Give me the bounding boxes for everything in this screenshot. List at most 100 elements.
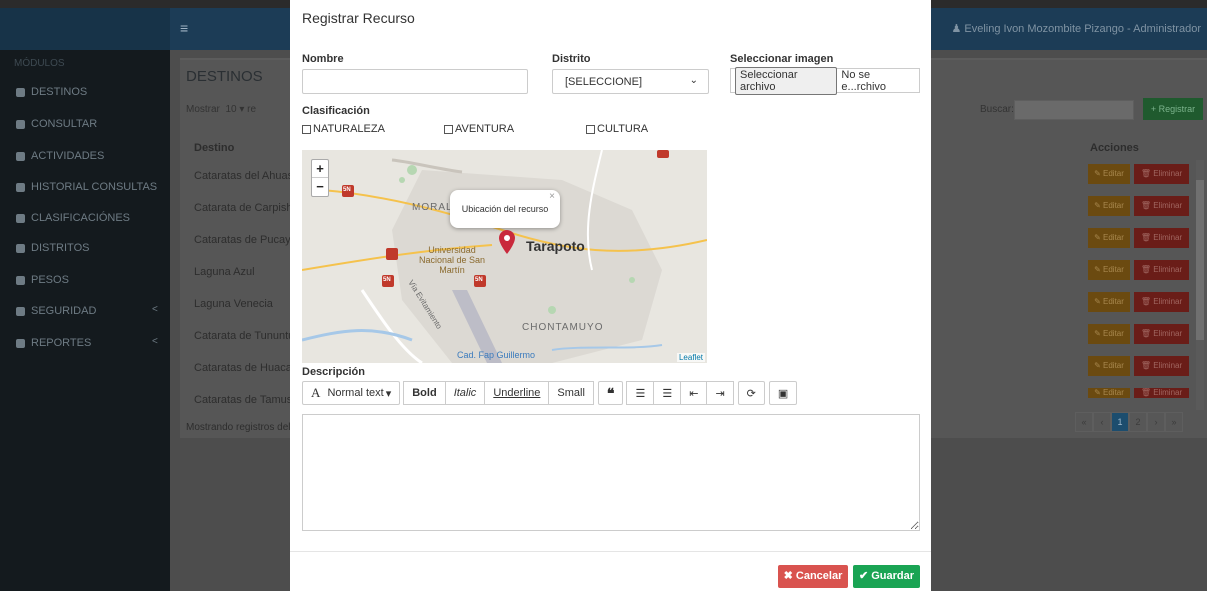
sidebar-item-actividades[interactable]: ACTIVIDADES [16,146,104,166]
delete-button[interactable]: 🗑 Eliminar [1134,292,1189,312]
bold-button[interactable]: Bold [403,381,446,405]
text-style-dropdown[interactable]: A Normal text ▾ [302,381,401,405]
column-header-destino: Destino [194,142,235,154]
user-menu[interactable]: ♟ Eveling Ivon Mozombite Pizango - Admin… [951,22,1201,35]
scrollbar-thumb[interactable] [1196,180,1204,340]
page-size-value[interactable]: 10 [225,104,236,115]
map-attribution[interactable]: Leaflet [676,353,705,362]
location-map[interactable]: + − MORALES CHONTAMUYO Universidad Nacio… [302,150,707,363]
sidebar-item-label: REPORTES [31,337,92,349]
history-icon [16,182,25,192]
edit-button[interactable]: ✎ Editar [1088,164,1130,184]
page-1[interactable]: 1 [1111,412,1129,432]
edit-button[interactable]: ✎ Editar [1088,292,1130,312]
descripcion-editor[interactable] [302,414,920,531]
file-icon [16,213,25,223]
delete-button[interactable]: 🗑 Eliminar [1134,388,1189,398]
table-row: Cataratas de Tamusha [194,394,305,406]
sidebar-item-distritos[interactable]: DISTRITOS [16,238,89,258]
save-button[interactable]: ✔ Guardar [853,565,920,588]
registrar-button[interactable]: + Registrar [1143,98,1203,120]
outdent-icon[interactable]: ⇤ [680,381,708,405]
file-input[interactable]: Seleccionar archivo No se e...rchivo [730,66,920,95]
small-button[interactable]: Small [548,381,594,405]
checkbox-box[interactable] [586,124,595,134]
balance-icon [16,275,25,285]
checkbox-label: CULTURA [597,123,649,135]
cancel-button[interactable]: ✖ Cancelar [778,565,848,588]
table-scrollbar[interactable] [1196,160,1204,410]
checkbox-box[interactable] [444,124,453,134]
indent-icon[interactable]: ⇥ [706,381,734,405]
road-shield-2: 5N [383,277,391,283]
map-marker-icon[interactable] [499,230,515,257]
panel-title: DESTINOS [186,68,263,85]
sidebar-item-label: DESTINOS [31,86,88,98]
underline-button[interactable]: Underline [484,381,550,405]
delete-button[interactable]: 🗑 Eliminar [1134,356,1189,376]
table-row: Laguna Venecia [194,298,273,310]
map-label-university: Universidad Nacional de San Martín [418,245,486,275]
checkbox-label: NATURALEZA [313,123,385,135]
edit-button[interactable]: ✎ Editar [1088,388,1130,398]
checkbox-cultura[interactable]: CULTURA [586,123,648,135]
edit-button[interactable]: ✎ Editar [1088,228,1130,248]
page-first[interactable]: « [1075,412,1093,432]
page-next[interactable]: › [1147,412,1165,432]
sidebar-item-clasificaciones[interactable]: CLASIFICACIÓNES [16,208,130,228]
page-size-control[interactable]: Mostrar 10 ▾ re [186,104,256,115]
distrito-selected-value: [SELECCIONE] [565,76,643,88]
edit-button[interactable]: ✎ Editar [1088,356,1130,376]
delete-button[interactable]: 🗑 Eliminar [1134,324,1189,344]
page-prev[interactable]: ‹ [1093,412,1111,432]
checkbox-naturaleza[interactable]: NATURALEZA [302,123,385,135]
file-status: No se e...rchivo [841,68,887,93]
page-2[interactable]: 2 [1129,412,1147,432]
delete-button[interactable]: 🗑 Eliminar [1134,164,1189,184]
sidebar-item-consultar[interactable]: CONSULTAR [16,114,97,134]
sidebar-item-seguridad[interactable]: SEGURIDAD < [16,301,161,321]
edit-button[interactable]: ✎ Editar [1088,196,1130,216]
search-input[interactable] [1014,100,1134,120]
map-label-city: Tarapoto [526,238,585,254]
lock-icon [16,306,25,316]
distrito-select[interactable]: [SELECCIONE] ⌄ [552,69,709,94]
sidebar-item-label: PESOS [31,274,69,286]
file-select-button[interactable]: Seleccionar archivo [735,66,838,95]
road-shield-3: 5N [475,277,483,283]
descripcion-label: Descripción [302,366,365,378]
delete-button[interactable]: 🗑 Eliminar [1134,196,1189,216]
sidebar-item-pesos[interactable]: PESOS [16,270,69,290]
cancel-label: Cancelar [795,570,843,582]
sidebar-item-destinos[interactable]: DESTINOS [16,82,87,102]
sidebar-item-label: SEGURIDAD [31,305,97,317]
zoom-out-button[interactable]: − [312,178,328,196]
edit-button[interactable]: ✎ Editar [1088,324,1130,344]
font-icon: A [311,385,321,400]
brand-area [0,8,170,50]
checkbox-aventura[interactable]: AVENTURA [444,123,514,135]
map-popup: Ubicación del recurso × [450,190,560,228]
checkbox-box[interactable] [302,124,311,134]
blockquote-button[interactable]: ❝ [597,381,624,405]
page-last[interactable]: » [1165,412,1183,432]
sidebar-item-historial[interactable]: HISTORIAL CONSULTAS [16,177,157,197]
edit-button[interactable]: ✎ Editar [1088,260,1130,280]
close-icon[interactable]: × [549,178,555,216]
chevron-down-icon: ⌄ [689,75,698,86]
delete-button[interactable]: 🗑 Eliminar [1134,228,1189,248]
chevron-left-icon: < [152,336,158,347]
delete-button[interactable]: 🗑 Eliminar [1134,260,1189,280]
image-icon[interactable]: ▣ [768,381,798,405]
nombre-input[interactable] [302,69,528,94]
zoom-in-button[interactable]: + [312,160,328,178]
link-icon[interactable]: ⟳ [737,381,765,405]
hamburger-icon[interactable]: ≡ [180,20,188,36]
sidebar-item-label: CLASIFICACIÓNES [31,212,131,224]
italic-button[interactable]: Italic [444,381,486,405]
modal-footer-divider [290,551,931,552]
unordered-list-icon[interactable]: ☰ [626,381,655,405]
pagination: « ‹ 1 2 › » [1075,412,1183,432]
ordered-list-icon[interactable]: ☰ [653,381,682,405]
sidebar-item-reportes[interactable]: REPORTES < [16,333,161,353]
